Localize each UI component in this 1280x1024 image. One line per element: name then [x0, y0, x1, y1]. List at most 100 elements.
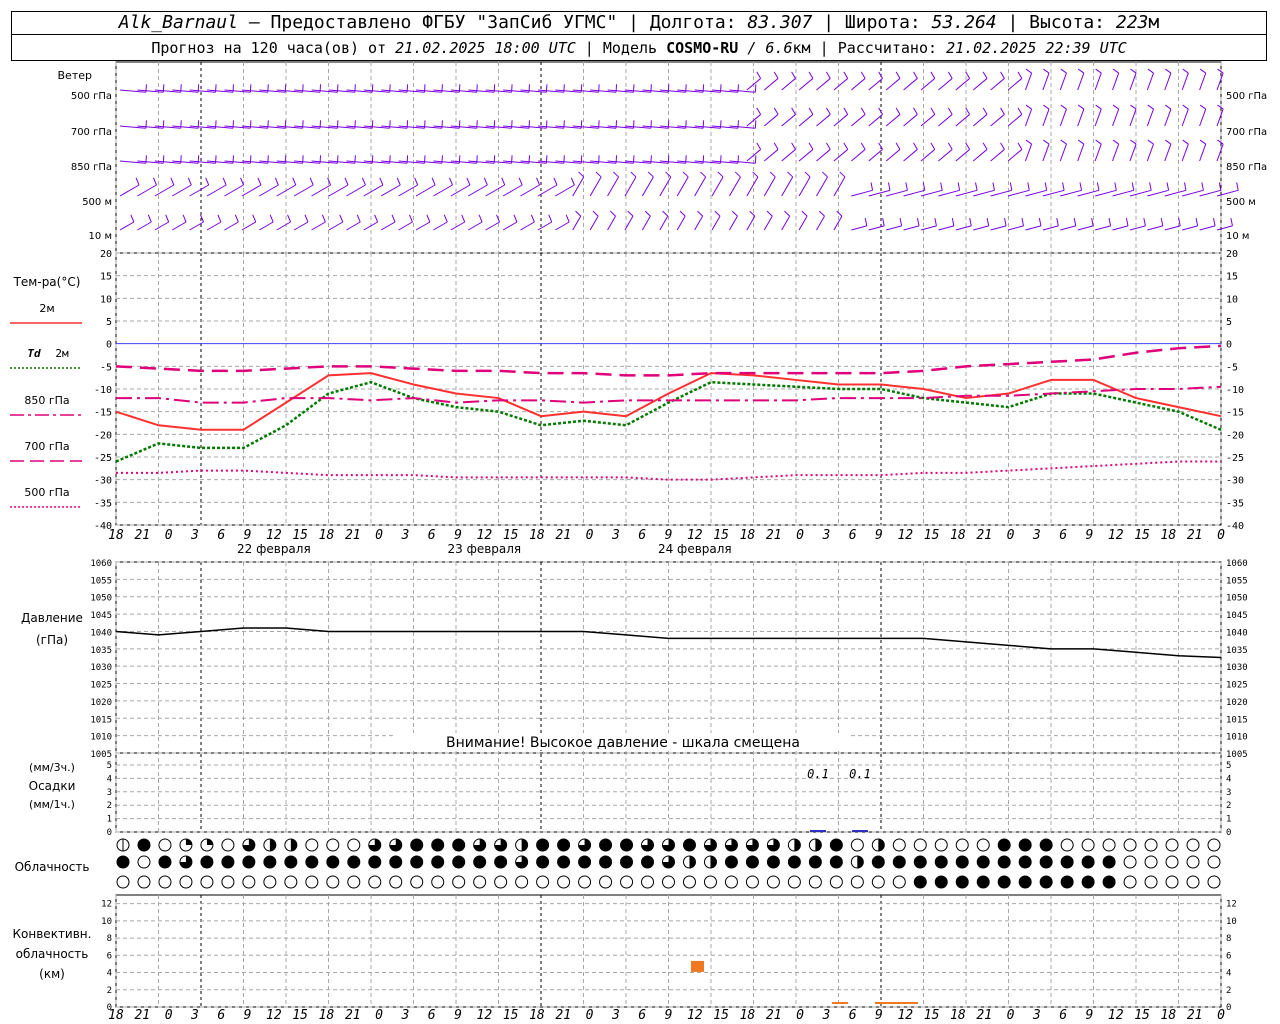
wind-barb-flag — [610, 210, 616, 217]
wind-barb-shaft — [1059, 143, 1067, 162]
hour-tick-label: 15 — [713, 1008, 729, 1023]
hour-tick-label: 15 — [503, 1008, 519, 1023]
cloud-cover-symbol — [1081, 838, 1095, 852]
hour-tick-label: 9 — [454, 1008, 462, 1023]
wind-barb-shaft — [868, 114, 883, 127]
wind-barb-flag — [787, 171, 794, 178]
pressure-tick-right: 1035 — [1226, 646, 1248, 656]
wind-barb-flag — [1199, 68, 1207, 74]
wind-barb-flag — [1079, 182, 1083, 191]
wind-barb-shaft — [886, 225, 902, 231]
wind-barb-flag — [1025, 139, 1032, 145]
wind-barb-flag — [1199, 104, 1207, 110]
wind-barb-shaft — [694, 215, 704, 231]
wind-title: Ветер — [58, 69, 92, 82]
wind-barb-flag — [860, 107, 866, 115]
hour-tick-label: 12 — [266, 1008, 282, 1023]
wind-barb-flag — [986, 217, 990, 226]
hour-tick-label: 9 — [875, 528, 883, 543]
wind-barb-shaft — [1077, 72, 1085, 91]
wind-barb-flag — [361, 177, 366, 186]
wind-barb-shaft — [607, 176, 619, 197]
wind-barb-flag — [647, 171, 654, 178]
hour-tick-label: 12 — [687, 1008, 703, 1023]
wind-barb-flag — [339, 214, 344, 223]
wind-barb-shaft — [798, 114, 814, 127]
wind-barb-shaft — [137, 184, 157, 197]
wind-barb-flag — [1004, 217, 1007, 226]
wind-barb-flag — [1077, 104, 1085, 110]
wind-barb-shaft — [746, 176, 759, 197]
hour-tick-label: 18 — [1161, 1008, 1177, 1023]
wind-barb-shaft — [1164, 143, 1172, 162]
wind-barb-flag — [613, 171, 619, 178]
cloud-cover-symbol — [871, 875, 885, 889]
convective-tick-right: 6 — [1226, 951, 1231, 961]
wind-barb-flag — [1147, 68, 1154, 74]
wind-barb-shaft — [363, 184, 384, 197]
wind-barb-flag — [1095, 104, 1102, 110]
wind-barb-flag — [754, 155, 757, 164]
wind-barb-flag — [165, 214, 170, 223]
cloud-cover-symbol — [158, 875, 172, 889]
hour-tick-label: 9 — [1086, 528, 1094, 543]
wind-barb-shaft — [816, 114, 831, 127]
wind-barb-shaft — [1164, 189, 1187, 197]
cloud-cover-symbol — [808, 855, 822, 869]
wind-barb-shaft — [798, 215, 808, 231]
hour-tick-label: 0 — [1007, 1008, 1015, 1023]
wind-barb-shaft — [1129, 189, 1152, 197]
wind-barb-shaft — [433, 184, 453, 197]
wind-barb-flag — [234, 214, 239, 223]
cloud-cover-symbol — [892, 875, 906, 889]
cloud-cover-symbol — [1186, 855, 1200, 869]
cloud-cover-symbol — [1039, 875, 1053, 889]
cloud-quarter-symbol — [206, 839, 213, 845]
wind-barb-flag — [170, 177, 175, 186]
wind-barb-flag — [1009, 182, 1013, 191]
wind-barb-flag — [304, 214, 309, 223]
hour-tick-label: 0 — [375, 1008, 383, 1023]
hour-tick-label: 18 — [950, 1008, 966, 1023]
wind-barb-shaft — [903, 114, 918, 127]
wind-barb-flag — [627, 210, 634, 217]
wind-level-label-right: 10 м — [1226, 231, 1249, 242]
wind-barb-shaft — [137, 221, 152, 231]
cloud-cover-symbol — [494, 875, 508, 889]
wind-barb-flag — [1043, 104, 1050, 110]
wind-barb-flag — [1038, 217, 1042, 226]
wind-barb-flag — [982, 142, 988, 150]
wind-barb-shaft — [1077, 108, 1085, 127]
wind-barb-shaft — [955, 114, 970, 127]
temp-tick-right: -15 — [1226, 408, 1244, 419]
wind-barb-flag — [575, 210, 582, 217]
pressure-tick-right: 1055 — [1226, 576, 1248, 586]
cloud-cover-symbol — [1207, 838, 1221, 852]
wind-barb-shaft — [415, 184, 436, 197]
wind-barb-shaft — [1007, 225, 1024, 231]
wind-barb-shaft — [990, 149, 1005, 162]
temp-tick-left: 20 — [100, 249, 112, 260]
wind-barb-shaft — [729, 215, 738, 231]
wind-barb-shaft — [973, 189, 995, 197]
cloud-cover-symbol — [599, 855, 613, 869]
cloud-cover-symbol — [1123, 855, 1137, 869]
cloud-cover-symbol — [1018, 855, 1032, 869]
wind-barb-shaft — [1164, 108, 1172, 127]
wind-barb-shaft — [1216, 225, 1233, 231]
wind-barb-flag — [408, 214, 413, 223]
hour-tick-label: 3 — [1032, 528, 1041, 543]
wind-barb-shaft — [572, 176, 585, 197]
wind-barb-flag — [860, 142, 866, 150]
wind-barb-flag — [951, 217, 955, 226]
cloud-cover-symbol — [368, 875, 382, 889]
wind-barb-shaft — [1146, 72, 1154, 91]
temp-tick-right: 20 — [1226, 249, 1238, 260]
wind-barb-flag — [1062, 182, 1065, 191]
cloud-cover-symbol — [766, 875, 780, 889]
wind-barb-flag — [496, 214, 500, 223]
cloud-cover-symbol — [389, 855, 403, 869]
wind-barb-shaft — [851, 225, 867, 231]
hour-tick-label: 0 — [165, 528, 173, 543]
wind-barb-flag — [1131, 182, 1135, 191]
